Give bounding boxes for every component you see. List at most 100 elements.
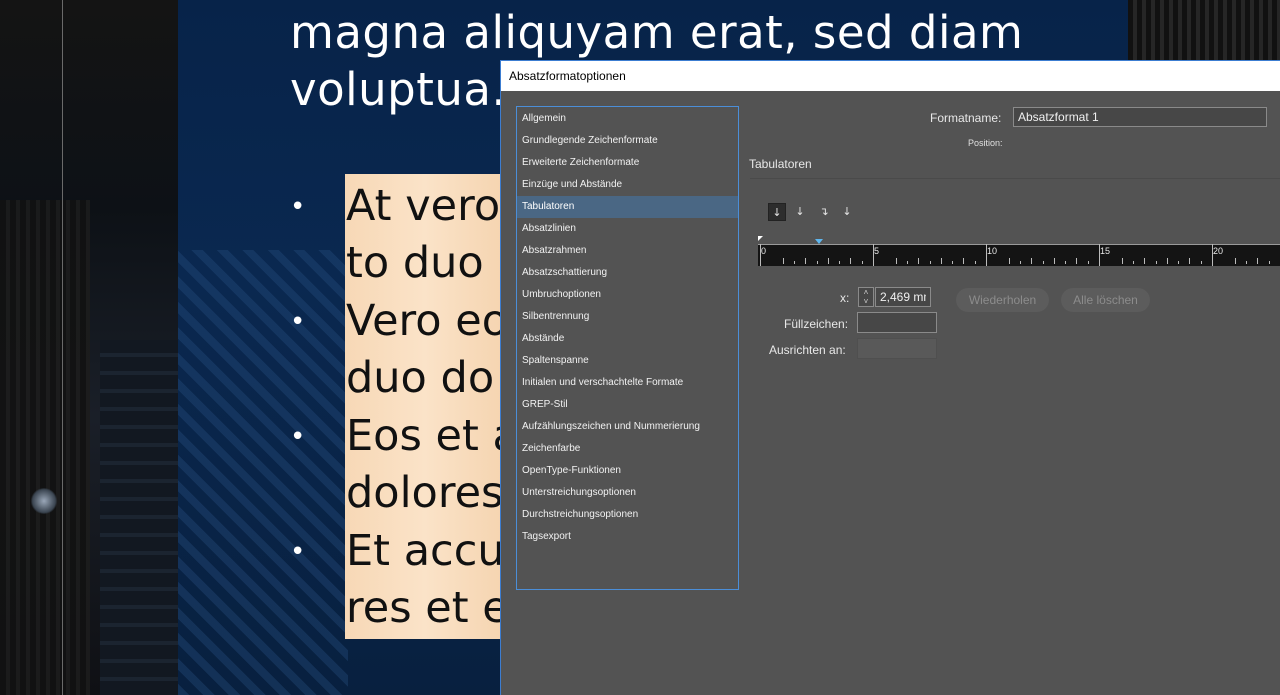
ruler-tick <box>1189 258 1191 264</box>
category-item-absatzlinien[interactable]: Absatzlinien <box>517 218 738 240</box>
indent-marker[interactable] <box>758 236 763 241</box>
ruler-tick <box>963 258 965 264</box>
ruler-tick <box>906 261 908 264</box>
ruler-number: 10 <box>987 246 998 256</box>
ruler-tick <box>1166 258 1168 264</box>
ruler-tick <box>1200 261 1202 264</box>
background-photo-left <box>0 0 178 695</box>
photo-building <box>100 340 178 695</box>
ruler-tick <box>1019 261 1021 264</box>
ruler-tick <box>1132 261 1134 264</box>
ruler-tick <box>1008 258 1010 264</box>
leader-input[interactable] <box>857 312 937 333</box>
tab-center-icon[interactable]: ↓ <box>791 203 809 221</box>
ruler-tick <box>805 258 807 264</box>
photo-lamp <box>30 488 58 514</box>
align-on-input <box>857 338 937 359</box>
ruler-tick <box>1076 258 1078 264</box>
category-item-silbentrennung[interactable]: Silbentrennung <box>517 306 738 328</box>
page-guide-line <box>62 0 63 695</box>
photo-building <box>0 200 90 695</box>
category-item-einzuege-abstaende[interactable]: Einzüge und Abstände <box>517 174 738 196</box>
ruler-tick <box>1031 258 1033 264</box>
ruler-tick <box>1257 258 1259 264</box>
x-position-stepper[interactable]: ˄ ˅ <box>858 287 874 307</box>
category-item-absatzschattierung[interactable]: Absatzschattierung <box>517 262 738 284</box>
ruler-tick <box>782 258 784 264</box>
list-item: • At vero to duo <box>290 178 510 293</box>
heading-line: magna aliquyam erat, sed diam <box>290 6 1024 59</box>
ruler-tick <box>1099 244 1100 266</box>
ruler-tick <box>940 258 942 264</box>
formatname-label: Formatname: <box>930 111 1002 125</box>
ruler-tick <box>1087 261 1089 264</box>
ruler-tick <box>1268 261 1270 264</box>
ruler-number: 15 <box>1100 246 1111 256</box>
ruler-tick <box>1178 261 1180 264</box>
bullet-glyph: • <box>290 192 306 222</box>
category-item-unterstreichung[interactable]: Unterstreichungsoptionen <box>517 482 738 504</box>
tab-right-icon[interactable]: ↴ <box>815 203 833 221</box>
ruler-tick <box>1065 261 1067 264</box>
ruler-tick <box>1234 258 1236 264</box>
category-item-umbruchoptionen[interactable]: Umbruchoptionen <box>517 284 738 306</box>
category-item-aufzaehlungszeichen[interactable]: Aufzählungszeichen und Nummerierung <box>517 416 738 438</box>
ruler-tick <box>816 261 818 264</box>
bullet-text: Et accu res et e <box>346 526 506 633</box>
ruler-tick <box>760 244 761 266</box>
repeat-button[interactable]: Wiederholen <box>956 288 1049 312</box>
category-item-absatzrahmen[interactable]: Absatzrahmen <box>517 240 738 262</box>
ruler-tick <box>1144 258 1146 264</box>
bullet-glyph: • <box>290 422 306 452</box>
dialog-title: Absatzformatoptionen <box>509 69 626 83</box>
clear-all-button[interactable]: Alle löschen <box>1061 288 1150 312</box>
category-item-tagsexport[interactable]: Tagsexport <box>517 526 738 548</box>
ruler-tick <box>1212 244 1213 266</box>
ruler-tick <box>1155 261 1157 264</box>
ruler-tick <box>895 258 897 264</box>
tab-ruler[interactable]: 0 5 10 15 20 <box>758 236 1280 266</box>
category-item-grundlegende-zeichenformate[interactable]: Grundlegende Zeichenformate <box>517 130 738 152</box>
tab-decimal-icon[interactable]: ↓ <box>838 203 856 221</box>
ruler-tick <box>929 261 931 264</box>
category-item-opentype[interactable]: OpenType-Funktionen <box>517 460 738 482</box>
category-item-spaltenspanne[interactable]: Spaltenspanne <box>517 350 738 372</box>
ruler-tick <box>918 258 920 264</box>
category-item-zeichenfarbe[interactable]: Zeichenfarbe <box>517 438 738 460</box>
list-item: • Vero eo duo do <box>290 293 510 408</box>
category-list[interactable]: Allgemein Grundlegende Zeichenformate Er… <box>516 106 739 590</box>
background-photo-right <box>1128 0 1280 60</box>
ruler-number: 5 <box>874 246 880 256</box>
bullet-glyph: • <box>290 537 306 567</box>
align-on-label: Ausrichten an: <box>769 343 846 357</box>
bullet-list[interactable]: • At vero to duo • Vero eo duo do • Eos … <box>290 178 510 638</box>
x-position-label: x: <box>840 291 850 305</box>
category-item-tabulatoren[interactable]: Tabulatoren <box>517 196 738 218</box>
ruler-tick <box>839 261 841 264</box>
dialog-titlebar[interactable]: Absatzformatoptionen <box>501 61 1280 91</box>
tab-stop-marker[interactable] <box>815 239 823 244</box>
list-item: • Et accu res et e <box>290 523 510 638</box>
paragraph-style-options-dialog: Absatzformatoptionen Allgemein Grundlege… <box>500 60 1280 695</box>
ruler-number: 20 <box>1213 246 1224 256</box>
ruler-tick <box>793 261 795 264</box>
category-item-durchstreichung[interactable]: Durchstreichungsoptionen <box>517 504 738 526</box>
tab-left-icon[interactable]: ↓ <box>768 203 786 221</box>
ruler-tick <box>952 261 954 264</box>
category-item-grep-stil[interactable]: GREP-Stil <box>517 394 738 416</box>
bullet-text: Eos et a dolores <box>346 411 506 518</box>
category-item-erweiterte-zeichenformate[interactable]: Erweiterte Zeichenformate <box>517 152 738 174</box>
category-item-abstaende[interactable]: Abstände <box>517 328 738 350</box>
ruler-tick <box>873 244 874 266</box>
list-item: • Eos et a dolores <box>290 408 510 523</box>
ruler-tick <box>1245 261 1247 264</box>
category-item-initialen[interactable]: Initialen und verschachtelte Formate <box>517 372 738 394</box>
ruler-tick <box>1121 258 1123 264</box>
ruler-tick <box>827 258 829 264</box>
x-position-input[interactable] <box>875 287 931 307</box>
bullet-text: At vero to duo <box>346 181 501 288</box>
ruler-tick <box>1053 258 1055 264</box>
category-item-allgemein[interactable]: Allgemein <box>517 108 738 130</box>
formatname-input[interactable] <box>1013 107 1267 127</box>
ruler-tick <box>1042 261 1044 264</box>
